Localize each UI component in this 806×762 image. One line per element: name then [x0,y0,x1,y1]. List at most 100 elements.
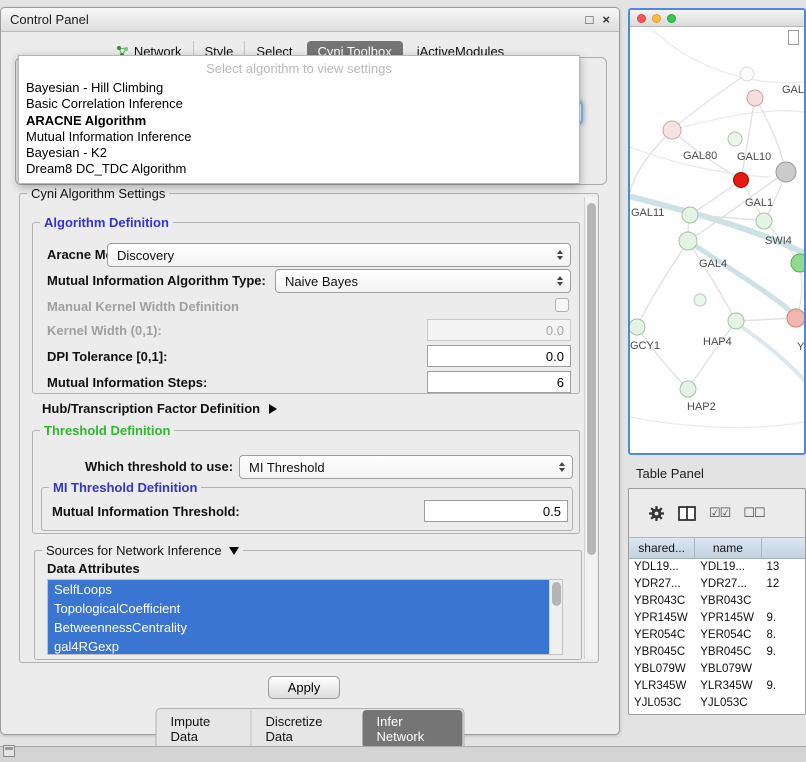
table-cell: YDR27... [629,576,695,593]
mi-type-label: Mutual Information Algorithm Type: [47,273,266,288]
table-body: YDL19...YDL19...13YDR27...YDR27...12YBR0… [629,559,805,714]
network-node[interactable] [747,90,763,106]
network-edge[interactable] [730,319,804,382]
mi-type-value: Naive Bayes [285,274,358,289]
dropdown-item-bayesian-k2[interactable]: Bayesian - K2 [19,145,579,161]
network-view-window: GAL8GAL80GAL10GAL11GAL1SWI4GAL4GCY1HAP4H… [628,8,806,455]
mi-threshold-group: MI Threshold Definition Mutual Informati… [41,487,573,531]
network-node[interactable] [756,213,772,229]
table-cell: YLR345W [695,678,761,695]
dpi-tolerance-input[interactable] [427,345,571,367]
data-attributes-title: Data Attributes [47,561,140,576]
table-row[interactable]: YBR043CYBR043C [629,593,805,610]
table-row[interactable]: YDR27...YDR27...12 [629,576,805,593]
float-window-icon[interactable]: □ [586,13,594,26]
network-edge[interactable] [688,241,804,325]
control-panel-window: Control Panel □ × NetworkStyleSelectCyni… [0,7,620,735]
gear-icon[interactable] [648,505,665,522]
minimize-traffic-light[interactable] [652,14,661,23]
network-node[interactable] [680,381,696,397]
table-cell [761,695,805,712]
network-node[interactable] [787,309,804,327]
table-row[interactable]: YPR145WYPR145W9. [629,610,805,627]
list-scrollbar[interactable] [549,580,562,654]
network-node[interactable] [679,232,697,250]
dropdown-item-mutual-information-inference[interactable]: Mutual Information Inference [19,129,579,145]
network-node[interactable] [728,313,744,329]
aracne-mode-combo[interactable]: Discovery [107,243,571,267]
node-label: HAP4 [703,336,732,348]
table-row[interactable]: YLR345WYLR345W9. [629,678,805,695]
data-attributes-list: SelfLoopsTopologicalCoefficientBetweenne… [48,580,562,655]
network-node[interactable] [728,132,742,146]
select-all-checkboxes-icon[interactable]: ☑☑ [709,505,730,521]
dropdown-item-basic-correlation-inference[interactable]: Basic Correlation Inference [19,96,579,112]
network-node[interactable] [776,162,796,182]
network-edge[interactable] [650,27,804,83]
close-traffic-light[interactable] [637,14,646,23]
column-header[interactable]: name [695,538,761,558]
dropdown-item-dream8-dc-tdc-algorithm[interactable]: Dream8 DC_TDC Algorithm [19,161,579,177]
network-edge[interactable] [741,98,755,180]
table-row[interactable]: YER054CYER054C8. [629,627,805,644]
node-label: SWI4 [765,235,792,247]
network-edge[interactable] [672,74,747,130]
network-node[interactable] [740,67,754,81]
list-item[interactable]: gal4RGexp [48,637,562,655]
kernel-width-input [427,319,571,341]
network-edge[interactable] [630,130,672,192]
which-threshold-combo[interactable]: MI Threshold [239,455,573,479]
list-item[interactable]: TopologicalCoefficient [48,599,562,618]
network-node[interactable] [630,319,645,335]
zoom-traffic-light[interactable] [667,14,676,23]
bottom-tab-infer-network[interactable]: Infer Network [363,710,463,748]
hub-definition-toggle[interactable]: Hub/Transcription Factor Definition [42,401,277,416]
apply-button[interactable]: Apply [268,676,340,699]
mi-threshold-input[interactable] [424,500,568,522]
list-item[interactable]: SelfLoops [48,580,562,599]
mi-steps-input[interactable] [427,371,571,393]
dropdown-item-bayesian-hill-climbing[interactable]: Bayesian - Hill Climbing [19,80,579,96]
table-row[interactable]: YBL079WYBL079W [629,661,805,678]
dropdown-item-aracne-algorithm[interactable]: ARACNE Algorithm [19,113,579,129]
network-canvas[interactable]: GAL8GAL80GAL10GAL11GAL1SWI4GAL4GCY1HAP4H… [630,27,804,452]
settings-scrollbar-thumb[interactable] [587,203,596,555]
network-edge[interactable] [637,241,688,327]
navigator-box[interactable] [788,30,799,45]
network-node[interactable] [694,294,706,306]
close-window-icon[interactable]: × [602,13,610,26]
network-node[interactable] [734,173,749,188]
network-node[interactable] [682,207,698,223]
manual-kernel-checkbox[interactable] [555,298,569,312]
list-item[interactable]: BetweennessCentrality [48,618,562,637]
sources-label: Sources for Network Inference [46,543,222,558]
settings-scrollbar[interactable] [584,197,597,659]
network-edge[interactable] [630,417,804,427]
network-node[interactable] [663,121,681,139]
list-scrollbar-thumb[interactable] [552,582,561,606]
network-edge[interactable] [688,321,736,389]
network-node[interactable] [791,254,804,272]
bottom-tab-impute-data[interactable]: Impute Data [157,710,251,748]
deselect-all-checkboxes-icon[interactable]: ☐☐ [743,505,764,521]
table-cell: YJL053C [695,695,761,712]
column-header[interactable] [762,538,806,558]
table-cell: YPR145W [695,610,761,627]
node-label: GCY1 [630,340,660,352]
network-edge[interactable] [637,327,688,389]
column-header[interactable]: shared... [629,538,695,558]
node-label: GAL11 [631,207,664,219]
table-cell: YBL079W [695,661,761,678]
table-row[interactable]: YDL19...YDL19...13 [629,559,805,576]
sources-group-title[interactable]: Sources for Network Inference [42,543,243,558]
network-window-titlebar[interactable] [630,10,804,27]
algorithm-definition-group: Algorithm Definition Aracne Mode: Discov… [32,222,580,394]
bottom-tab-discretize-data[interactable]: Discretize Data [250,710,361,748]
control-panel-titlebar[interactable]: Control Panel □ × [1,8,619,32]
network-edge[interactable] [688,241,736,321]
mi-type-combo[interactable]: Naive Bayes [275,269,571,293]
dock-panel-icon[interactable] [3,745,15,757]
columns-icon[interactable] [678,506,696,521]
table-row[interactable]: YBR045CYBR045C9. [629,644,805,661]
table-row[interactable]: YJL053CYJL053C [629,695,805,712]
